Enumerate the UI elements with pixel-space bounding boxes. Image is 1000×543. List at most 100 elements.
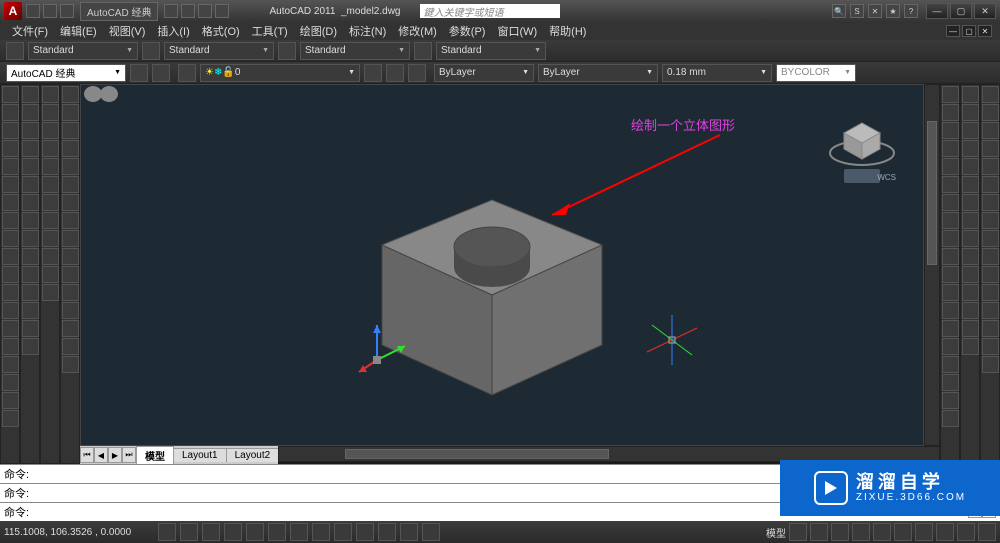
tab-last-icon[interactable]: ⏭ (122, 447, 136, 463)
intersect-icon[interactable] (22, 338, 39, 355)
revolve-icon[interactable] (22, 266, 39, 283)
qp-toggle-icon[interactable] (400, 523, 418, 541)
tab-first-icon[interactable]: ⏮ (80, 447, 94, 463)
mtext-tool-icon[interactable] (2, 410, 19, 427)
dim-ordinate-icon[interactable] (942, 140, 959, 157)
trim-icon[interactable] (62, 248, 79, 265)
zoom-all-icon[interactable] (982, 212, 999, 229)
color-dropdown[interactable]: ByLayer▼ (434, 64, 534, 82)
redo-icon[interactable] (181, 4, 195, 18)
open-icon[interactable] (43, 4, 57, 18)
slice-icon[interactable] (42, 176, 59, 193)
menu-view[interactable]: 视图(V) (105, 22, 150, 40)
dimstyle-icon[interactable] (6, 42, 24, 60)
tab-prev-icon[interactable]: ◀ (94, 447, 108, 463)
presspull-icon[interactable] (22, 230, 39, 247)
new-icon[interactable] (26, 4, 40, 18)
dim-jogged-icon[interactable] (942, 176, 959, 193)
break-icon[interactable] (62, 284, 79, 301)
ortho-toggle-icon[interactable] (202, 523, 220, 541)
menu-insert[interactable]: 插入(I) (153, 22, 193, 40)
tablestyle-icon[interactable] (278, 42, 296, 60)
solid-torus-icon[interactable] (22, 176, 39, 193)
mdi-close[interactable]: ✕ (978, 25, 992, 37)
solid-wedge-icon[interactable] (22, 104, 39, 121)
app-menu-icon[interactable]: A (4, 2, 22, 20)
stretch-icon[interactable] (62, 230, 79, 247)
linetype-dropdown[interactable]: ByLayer▼ (538, 64, 658, 82)
layer-tool2-icon[interactable] (386, 64, 404, 82)
favorite-icon[interactable]: ★ (886, 4, 900, 18)
dim-edit-icon[interactable] (942, 392, 959, 409)
rotate-icon[interactable] (62, 194, 79, 211)
menu-format[interactable]: 格式(O) (198, 22, 244, 40)
drawing-canvas[interactable]: 绘制一个立体图形 WCS (80, 84, 924, 446)
pan-icon[interactable] (982, 248, 999, 265)
menu-help[interactable]: 帮助(H) (545, 22, 590, 40)
layer-tool1-icon[interactable] (364, 64, 382, 82)
plotstyle-dropdown[interactable]: BYCOLOR▼ (776, 64, 856, 82)
tab-layout2[interactable]: Layout2 (226, 448, 280, 462)
extrude-icon[interactable] (22, 212, 39, 229)
workspace-dropdown[interactable]: AutoCAD 经典▼ (6, 64, 126, 82)
annovisibility-icon[interactable] (852, 523, 870, 541)
region-tool-icon[interactable] (2, 374, 19, 391)
rectangle-tool-icon[interactable] (2, 158, 19, 175)
dim-baseline-icon[interactable] (942, 248, 959, 265)
snap-toggle-icon[interactable] (158, 523, 176, 541)
tab-layout1[interactable]: Layout1 (173, 448, 227, 462)
pline-tool-icon[interactable] (2, 122, 19, 139)
osnap-toggle-icon[interactable] (246, 523, 264, 541)
walk-icon[interactable] (982, 338, 999, 355)
fillet-icon[interactable] (62, 338, 79, 355)
zoom-scale-icon[interactable] (982, 122, 999, 139)
toolbar-settings-icon[interactable] (152, 64, 170, 82)
xline-tool-icon[interactable] (2, 104, 19, 121)
menu-file[interactable]: 文件(F) (8, 22, 52, 40)
sc-toggle-icon[interactable] (422, 523, 440, 541)
zoom-center-icon[interactable] (982, 140, 999, 157)
circle-tool-icon[interactable] (2, 194, 19, 211)
center-mark-icon[interactable] (942, 338, 959, 355)
3dmirror-icon[interactable] (42, 140, 59, 157)
dim-diameter-icon[interactable] (942, 194, 959, 211)
workspace-status-icon[interactable] (894, 523, 912, 541)
dim-aligned-icon[interactable] (942, 104, 959, 121)
line-tool-icon[interactable] (2, 86, 19, 103)
quickview-layouts-icon[interactable] (789, 523, 807, 541)
3dosnap-toggle-icon[interactable] (268, 523, 286, 541)
dim-break-icon[interactable] (942, 302, 959, 319)
dim-continue-icon[interactable] (942, 266, 959, 283)
undo-icon[interactable] (164, 4, 178, 18)
matchprop-icon[interactable] (962, 320, 979, 337)
copy-icon[interactable] (62, 104, 79, 121)
mdi-restore[interactable]: ▢ (962, 25, 976, 37)
mdi-minimize[interactable]: — (946, 25, 960, 37)
array-icon[interactable] (62, 158, 79, 175)
toolbar-lock-icon[interactable] (915, 523, 933, 541)
explode-icon[interactable] (62, 356, 79, 373)
extend-icon[interactable] (62, 266, 79, 283)
vertical-scrollbar[interactable] (924, 84, 940, 446)
infocenter-search[interactable]: 鍵入关键字或短语 (420, 4, 560, 18)
erase-icon[interactable] (62, 86, 79, 103)
setvar-icon[interactable] (962, 230, 979, 247)
ellipsearc-tool-icon[interactable] (2, 266, 19, 283)
steering-wheel-icon[interactable] (81, 85, 121, 103)
3dmove-icon[interactable] (42, 86, 59, 103)
polar-toggle-icon[interactable] (224, 523, 242, 541)
maximize-button[interactable]: ▢ (950, 3, 972, 19)
point-tool-icon[interactable] (2, 320, 19, 337)
menu-draw[interactable]: 绘图(D) (296, 22, 341, 40)
volume-icon[interactable] (962, 158, 979, 175)
minimize-button[interactable]: — (926, 3, 948, 19)
tab-model[interactable]: 模型 (136, 446, 174, 464)
inspect-icon[interactable] (942, 356, 959, 373)
dim-radius-icon[interactable] (942, 158, 959, 175)
model-paper-toggle[interactable]: 模型 (766, 525, 786, 540)
make-block-icon[interactable] (2, 302, 19, 319)
lwt-toggle-icon[interactable] (356, 523, 374, 541)
textstyle-icon[interactable] (142, 42, 160, 60)
print-icon[interactable] (198, 4, 212, 18)
block-editor-icon[interactable] (962, 338, 979, 355)
